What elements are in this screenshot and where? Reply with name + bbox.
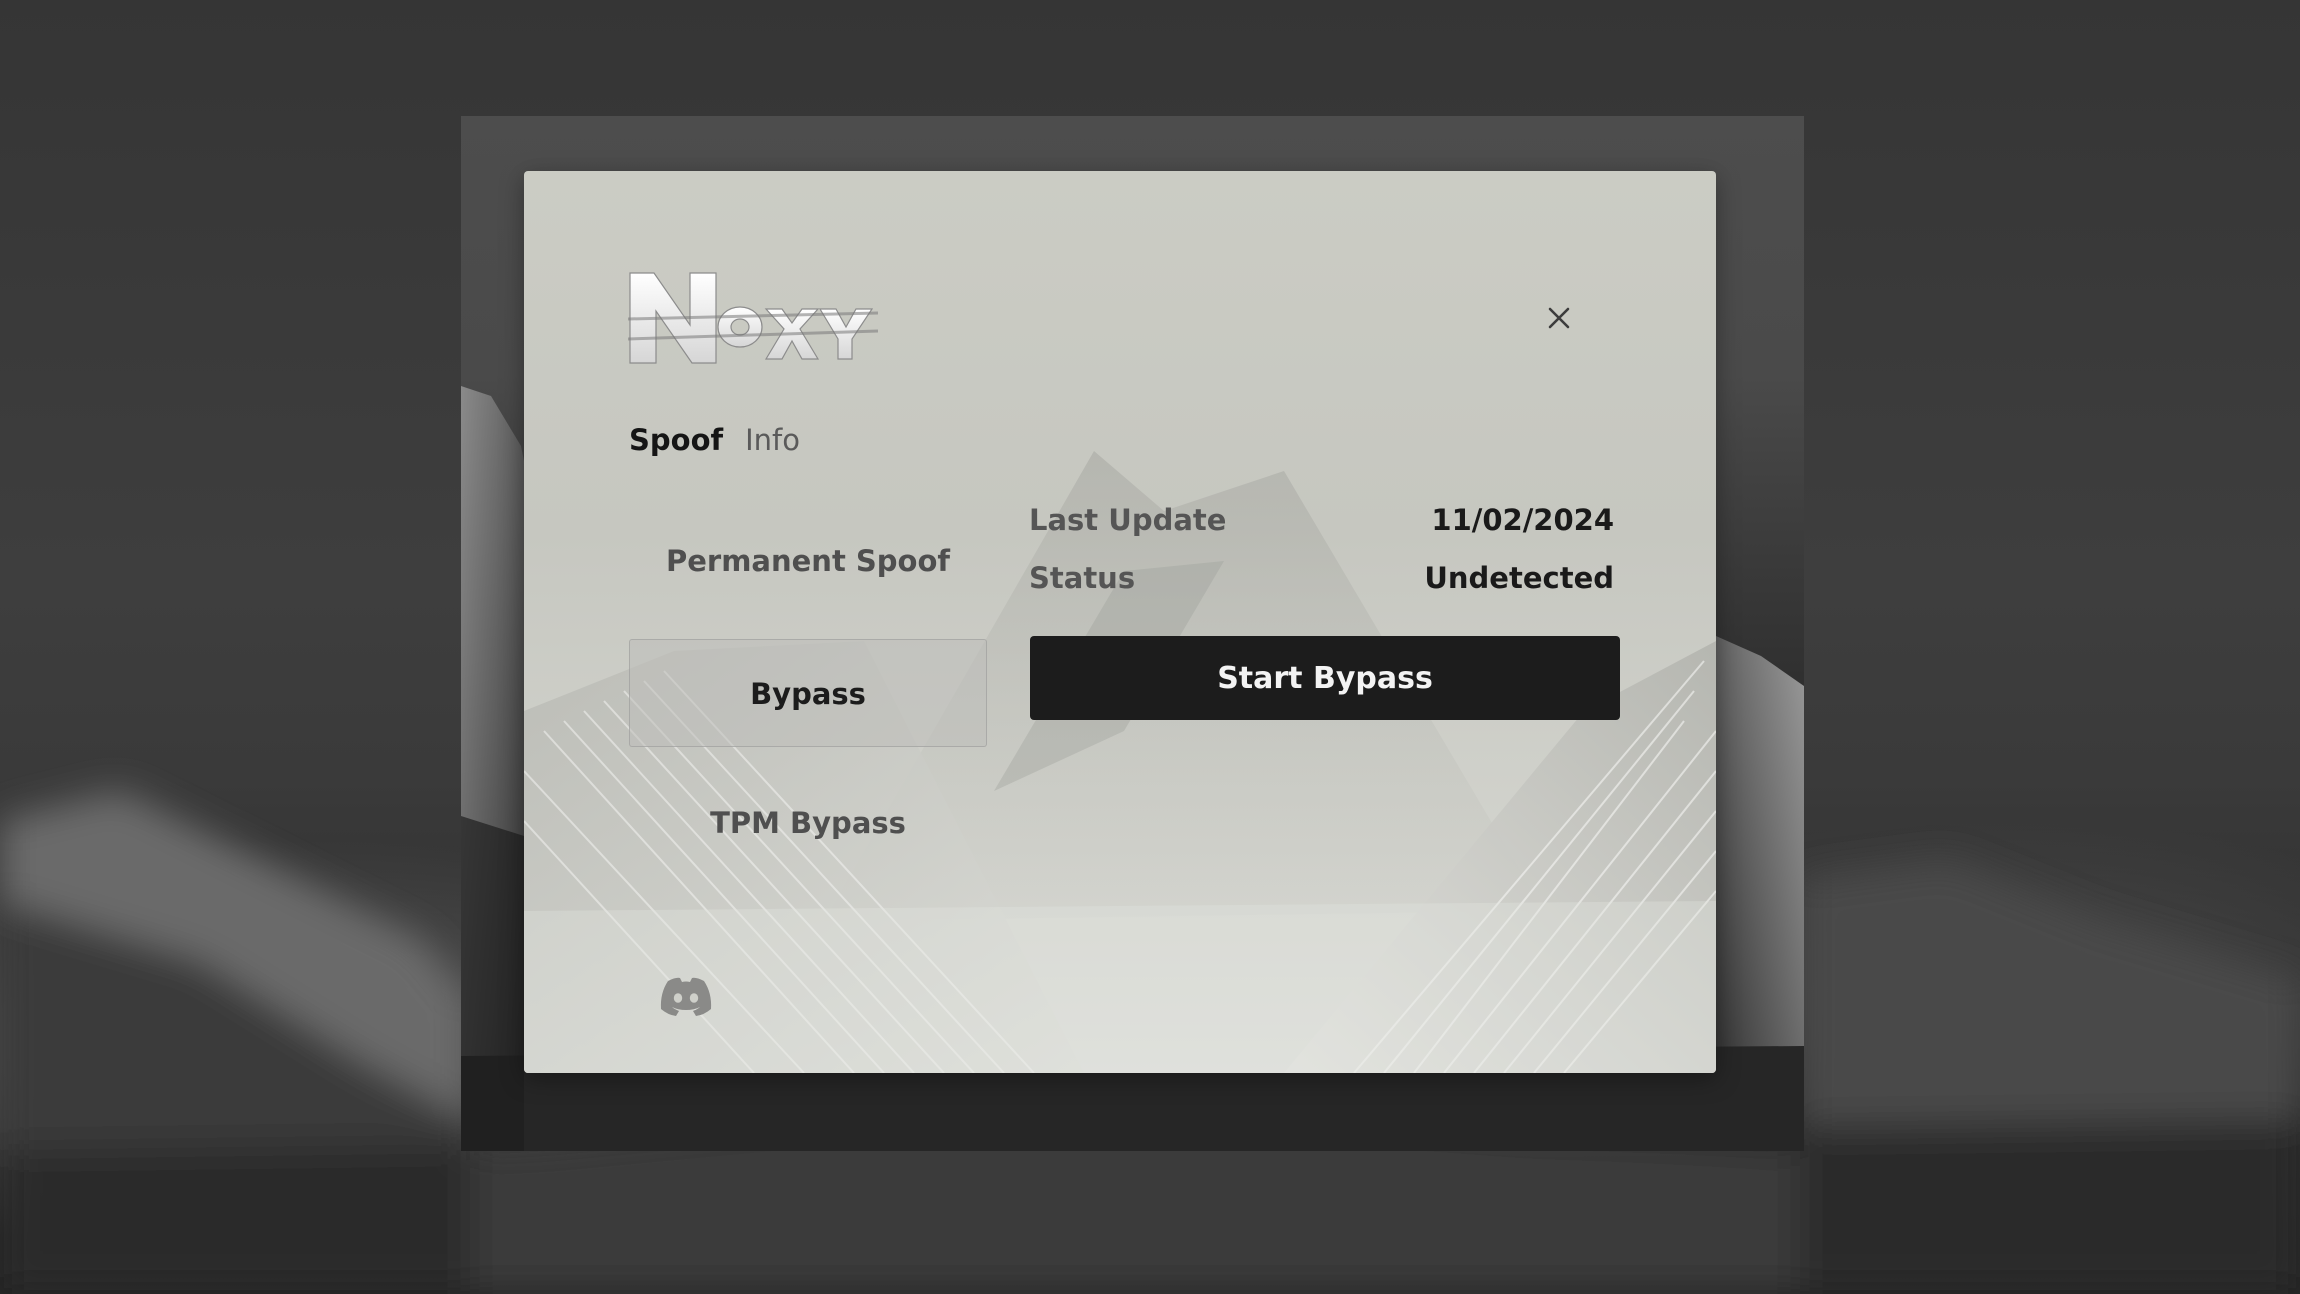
tab-info[interactable]: Info bbox=[745, 423, 800, 457]
start-bypass-button[interactable]: Start Bypass bbox=[1030, 636, 1620, 720]
nav-tpm-bypass[interactable]: TPM Bypass bbox=[629, 803, 987, 843]
close-button[interactable] bbox=[1542, 301, 1576, 335]
last-update-label: Last Update bbox=[1029, 503, 1227, 537]
nav-permanent-spoof[interactable]: Permanent Spoof bbox=[629, 541, 987, 581]
tab-spoof[interactable]: Spoof bbox=[629, 423, 723, 457]
discord-button[interactable] bbox=[658, 975, 714, 1019]
discord-icon bbox=[660, 977, 712, 1016]
app-window: Spoof Info Permanent Spoof Bypass TPM By… bbox=[524, 171, 1716, 1073]
status-label: Status bbox=[1029, 561, 1136, 595]
noxy-logo bbox=[627, 267, 879, 373]
last-update-value: 11/02/2024 bbox=[1431, 503, 1614, 537]
close-icon bbox=[1548, 307, 1570, 329]
status-value: Undetected bbox=[1424, 561, 1614, 595]
status-row: Status Undetected bbox=[1029, 561, 1614, 595]
nav-bypass[interactable]: Bypass bbox=[629, 639, 987, 747]
tab-bar: Spoof Info bbox=[629, 423, 800, 457]
last-update-row: Last Update 11/02/2024 bbox=[1029, 503, 1614, 537]
